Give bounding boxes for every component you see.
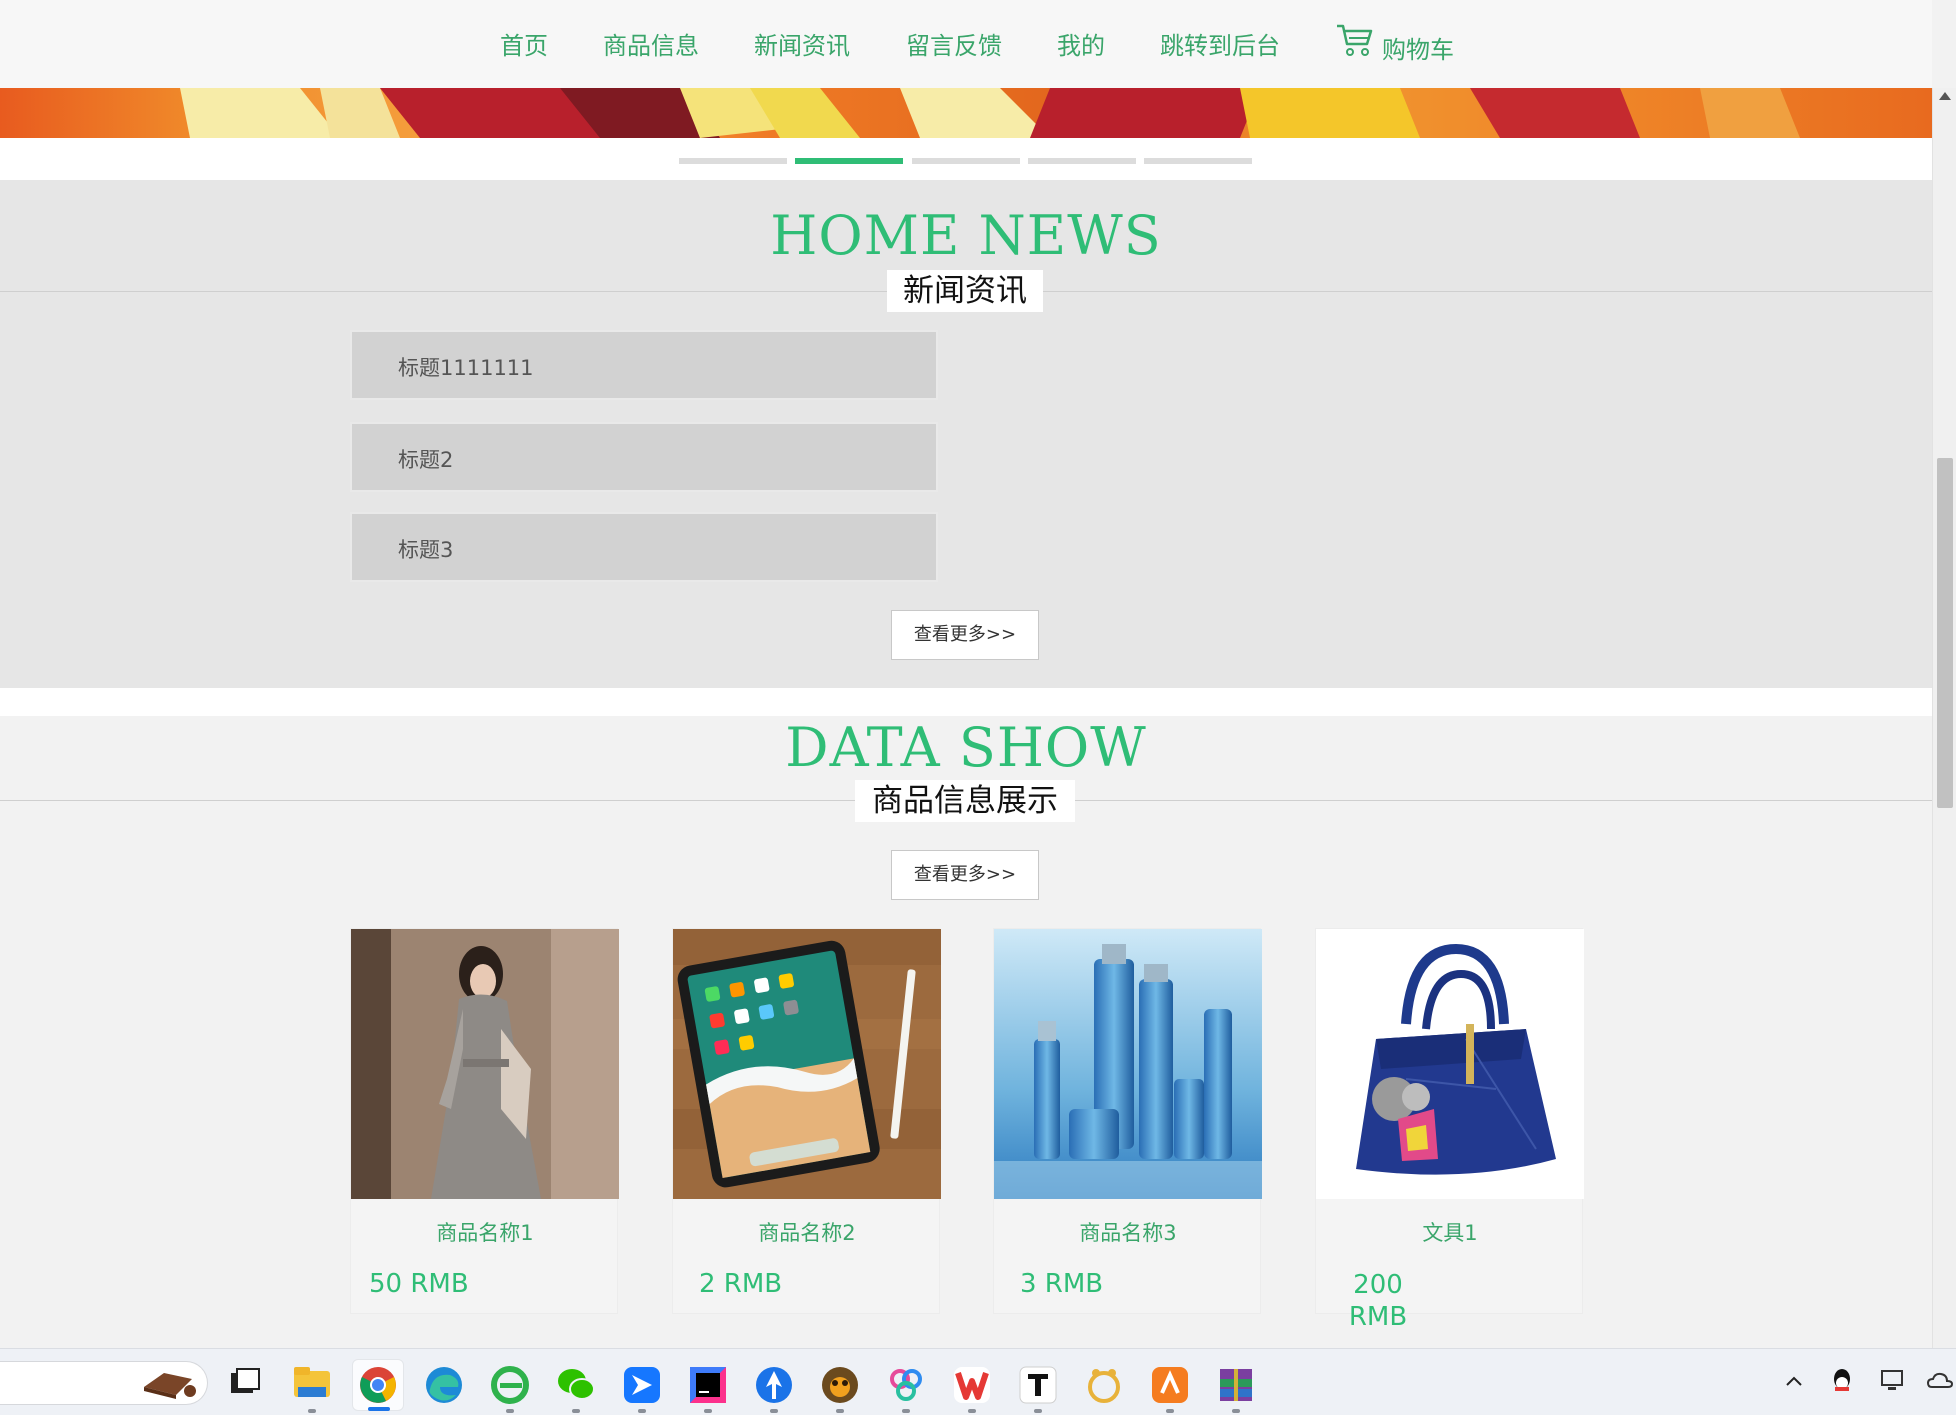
browser-icon[interactable] xyxy=(754,1365,794,1405)
banner-image xyxy=(180,88,1800,138)
taskbar-running-indicator xyxy=(902,1409,910,1413)
product-image-dress[interactable] xyxy=(351,929,619,1199)
taskbar-running-indicator xyxy=(1232,1409,1240,1413)
edge-icon[interactable] xyxy=(424,1365,464,1405)
carousel-dot-2[interactable] xyxy=(795,158,903,164)
carousel-dot-5[interactable] xyxy=(1144,158,1252,164)
news-item[interactable]: 标题1111111 xyxy=(350,330,938,400)
news-item-title: 标题2 xyxy=(398,448,454,472)
products-more-button[interactable]: 查看更多>> xyxy=(891,850,1039,900)
product-name[interactable]: 文具1 xyxy=(1316,1217,1584,1247)
scroll-up-arrow-icon[interactable] xyxy=(1939,92,1951,100)
task-view-icon[interactable] xyxy=(228,1367,262,1399)
product-price: 50 RMB xyxy=(369,1269,469,1299)
news-title-cn: 新闻资讯 xyxy=(887,270,1043,312)
scrollbar-thumb[interactable] xyxy=(1937,458,1953,808)
wps-icon[interactable] xyxy=(952,1365,992,1405)
nav-item-home[interactable]: 首页 xyxy=(500,26,548,61)
nav-item-mine[interactable]: 我的 xyxy=(1057,26,1105,61)
data-title-en: DATA SHOW xyxy=(785,716,1147,779)
app-icon[interactable] xyxy=(820,1365,860,1405)
taskbar-running-indicator xyxy=(1166,1409,1174,1413)
nav-item-products[interactable]: 商品信息 xyxy=(603,26,699,61)
nav-item-cart[interactable]: 购物车 xyxy=(1382,30,1454,65)
taskbar-running-indicator xyxy=(836,1409,844,1413)
product-name[interactable]: 商品名称2 xyxy=(673,1217,941,1247)
network-icon[interactable] xyxy=(1880,1369,1906,1393)
product-card[interactable]: 商品名称1 50 RMB xyxy=(350,928,619,1314)
news-title-en: HOME NEWS xyxy=(770,204,1162,267)
home-news-section: HOME NEWS 新闻资讯 标题1111111 标题2 标题3 查看更多>> xyxy=(0,180,1932,688)
product-image-cosmetics[interactable] xyxy=(994,929,1262,1199)
news-item[interactable]: 标题3 xyxy=(350,512,938,582)
top-navigation: 首页 商品信息 新闻资讯 留言反馈 我的 跳转到后台 购物车 xyxy=(0,0,1932,88)
ie-icon[interactable] xyxy=(490,1365,530,1405)
taskbar-running-indicator xyxy=(1034,1409,1042,1413)
chocolate-app-icon[interactable] xyxy=(140,1365,200,1401)
taskbar-active-indicator xyxy=(368,1407,390,1411)
product-price: 2 RMB xyxy=(699,1269,783,1299)
data-show-section: DATA SHOW 商品信息展示 查看更多>> xyxy=(0,716,1932,1348)
file-explorer-icon[interactable] xyxy=(292,1365,332,1401)
news-item-title: 标题1111111 xyxy=(398,356,534,380)
page-scrollbar[interactable] xyxy=(1932,88,1956,1348)
nav-item-admin[interactable]: 跳转到后台 xyxy=(1160,26,1280,61)
store-icon[interactable] xyxy=(1150,1365,1190,1405)
product-price-currency: RMB xyxy=(1348,1302,1408,1332)
news-more-button[interactable]: 查看更多>> xyxy=(891,610,1039,660)
product-name[interactable]: 商品名称1 xyxy=(351,1217,619,1247)
taskbar-running-indicator xyxy=(638,1409,646,1413)
intellij-icon[interactable] xyxy=(688,1365,728,1405)
news-item-title: 标题3 xyxy=(398,538,454,562)
taskbar-running-indicator xyxy=(704,1409,712,1413)
taskbar-running-indicator xyxy=(506,1409,514,1413)
taskbar-running-indicator xyxy=(770,1409,778,1413)
carousel-dot-3[interactable] xyxy=(912,158,1020,164)
product-card[interactable]: 商品名称3 3 RMB xyxy=(993,928,1262,1314)
product-card[interactable]: 文具1 200 RMB xyxy=(1315,928,1584,1332)
product-price: 200 RMB xyxy=(1328,1269,1428,1333)
taskbar-running-indicator xyxy=(308,1409,316,1413)
product-price-amount: 200 xyxy=(1353,1270,1403,1300)
taskbar-running-indicator xyxy=(968,1409,976,1413)
typora-icon[interactable] xyxy=(1018,1365,1058,1405)
nav-item-news[interactable]: 新闻资讯 xyxy=(754,26,850,61)
tray-expand-chevron-icon[interactable] xyxy=(1784,1373,1804,1389)
product-price: 3 RMB xyxy=(1020,1269,1104,1299)
shopping-cart-icon[interactable] xyxy=(1335,22,1375,58)
taskbar-running-indicator xyxy=(572,1409,580,1413)
banner-carousel[interactable] xyxy=(0,88,1932,138)
data-title-cn: 商品信息展示 xyxy=(855,780,1075,822)
carousel-dot-4[interactable] xyxy=(1028,158,1136,164)
windows-taskbar xyxy=(0,1348,1956,1415)
product-card[interactable]: 商品名称2 2 RMB xyxy=(672,928,941,1314)
product-image-handbag[interactable] xyxy=(1316,929,1584,1199)
wechat-icon[interactable] xyxy=(556,1365,596,1405)
qq-icon[interactable] xyxy=(1830,1367,1854,1395)
chrome-icon[interactable] xyxy=(358,1365,398,1405)
product-image-tablet[interactable] xyxy=(673,929,941,1199)
onedrive-icon[interactable] xyxy=(1926,1369,1954,1393)
paw-icon[interactable] xyxy=(1084,1365,1124,1405)
news-item[interactable]: 标题2 xyxy=(350,422,938,492)
feishu-icon[interactable] xyxy=(622,1365,662,1405)
product-name[interactable]: 商品名称3 xyxy=(994,1217,1262,1247)
photos-icon[interactable] xyxy=(886,1365,926,1405)
nav-item-feedback[interactable]: 留言反馈 xyxy=(906,26,1002,61)
section-spacer xyxy=(0,688,1932,716)
archive-icon[interactable] xyxy=(1216,1365,1256,1405)
carousel-dot-1[interactable] xyxy=(679,158,787,164)
